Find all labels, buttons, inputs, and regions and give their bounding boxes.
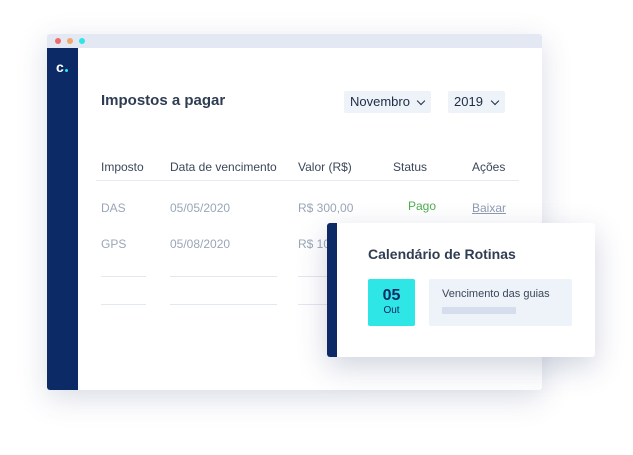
column-header-due-date: Data de vencimento bbox=[170, 160, 277, 174]
column-header-actions: Ações bbox=[472, 160, 506, 174]
month-select[interactable]: Novembro bbox=[344, 91, 431, 113]
table-header-divider bbox=[96, 180, 519, 181]
routine-calendar-card: Calendário de Rotinas 05 Out Vencimento … bbox=[327, 223, 595, 357]
window-titlebar bbox=[47, 34, 542, 48]
placeholder-line bbox=[170, 304, 277, 305]
placeholder-line bbox=[101, 304, 146, 305]
cell-value: R$ 10 bbox=[298, 237, 331, 251]
close-dot-icon[interactable] bbox=[55, 38, 61, 44]
date-month: Out bbox=[383, 305, 400, 316]
column-header-value: Valor (R$) bbox=[298, 160, 352, 174]
card-title: Calendário de Rotinas bbox=[368, 246, 516, 262]
maximize-dot-icon[interactable] bbox=[79, 38, 85, 44]
cell-due-date: 05/05/2020 bbox=[170, 201, 231, 215]
app-logo[interactable]: c bbox=[56, 59, 64, 75]
sidebar: c bbox=[47, 48, 78, 390]
cell-tax: GPS bbox=[101, 237, 127, 251]
card-accent-bar bbox=[327, 223, 337, 357]
date-day: 05 bbox=[382, 287, 401, 304]
date-badge[interactable]: 05 Out bbox=[368, 279, 415, 326]
cell-tax: DAS bbox=[101, 201, 126, 215]
routine-placeholder-bar bbox=[442, 307, 516, 314]
page-title: Impostos a pagar bbox=[101, 92, 226, 109]
cell-value: R$ 300,00 bbox=[298, 201, 354, 215]
placeholder-line bbox=[170, 276, 277, 277]
minimize-dot-icon[interactable] bbox=[67, 38, 73, 44]
chevron-down-icon bbox=[416, 96, 426, 106]
chevron-down-icon bbox=[490, 96, 500, 106]
year-select-value: 2019 bbox=[454, 94, 483, 109]
logo-dot-icon bbox=[65, 69, 68, 72]
routine-label: Vencimento das guias bbox=[442, 288, 550, 300]
cell-due-date: 05/08/2020 bbox=[170, 237, 231, 251]
placeholder-line bbox=[298, 276, 328, 277]
routine-item[interactable]: Vencimento das guias bbox=[429, 279, 572, 326]
placeholder-line bbox=[101, 276, 146, 277]
year-select[interactable]: 2019 bbox=[448, 91, 505, 113]
column-header-tax: Imposto bbox=[101, 160, 144, 174]
month-select-value: Novembro bbox=[350, 94, 410, 109]
download-link[interactable]: Baixar bbox=[472, 201, 506, 215]
placeholder-line bbox=[298, 304, 328, 305]
column-header-status: Status bbox=[393, 160, 428, 174]
status-badge: Pago bbox=[408, 199, 437, 213]
